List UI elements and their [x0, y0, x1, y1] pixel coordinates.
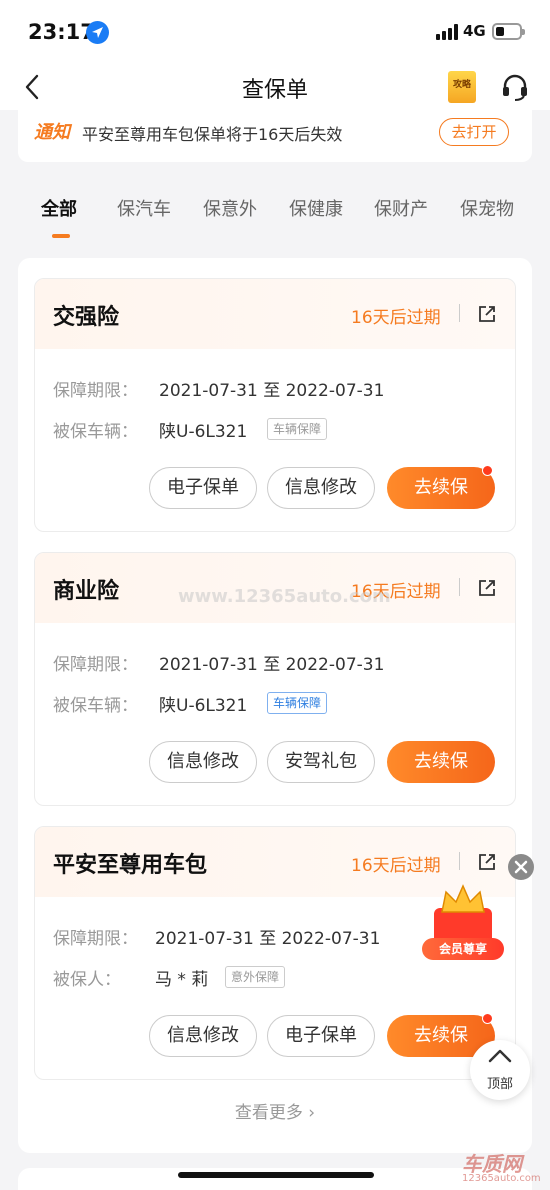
network-label: 4G — [463, 22, 486, 40]
coverage-badge: 意外保障 — [225, 966, 286, 988]
close-icon[interactable] — [508, 854, 534, 880]
customer-service-icon[interactable] — [500, 72, 530, 102]
notice-tag: 通知 — [34, 122, 70, 143]
tab-health[interactable]: 保健康 — [289, 195, 343, 221]
renew-button[interactable]: 去续保 — [387, 465, 495, 509]
coverage-badge: 车辆保障 — [267, 418, 328, 440]
policy-name: 商业险 — [53, 579, 120, 604]
location-icon — [86, 21, 109, 44]
coverage-badge: 车辆保障 — [267, 692, 328, 714]
home-indicator — [178, 1172, 374, 1178]
watermark-center: www.12365auto.com — [178, 586, 391, 607]
tab-pet[interactable]: 保宠物 — [460, 195, 514, 221]
view-more-link[interactable]: 查看更多 › — [18, 1098, 532, 1123]
period-label: 保障期限： — [53, 655, 138, 675]
battery-icon — [492, 23, 525, 40]
tab-accident[interactable]: 保意外 — [203, 195, 257, 221]
insured-value: 马 * 莉 — [155, 970, 209, 990]
policy-name: 交强险 — [53, 305, 120, 330]
tab-indicator — [52, 234, 70, 238]
insured-value: 陕U-6L321 — [159, 696, 248, 716]
renew-button[interactable]: 去续保 — [387, 741, 495, 783]
tab-property[interactable]: 保财产 — [374, 195, 428, 221]
period-value: 2021-07-31 至 2022-07-31 — [155, 929, 381, 949]
e-policy-button[interactable]: 电子保单 — [267, 1015, 375, 1057]
insured-label: 被保车辆： — [53, 422, 138, 442]
driving-gift-button[interactable]: 安驾礼包 — [267, 741, 375, 783]
divider — [459, 304, 460, 322]
category-tabs: 全部 保汽车 保意外 保健康 保财产 保宠物 — [0, 180, 550, 240]
period-label: 保障期限： — [53, 929, 138, 949]
edit-info-button[interactable]: 信息修改 — [149, 1015, 257, 1057]
chevron-up-icon — [488, 1049, 512, 1063]
signal-icon — [436, 24, 458, 40]
crown-icon — [441, 884, 485, 913]
back-to-top-button[interactable]: 顶部 — [470, 1040, 530, 1100]
status-bar: 23:17 4G — [0, 0, 550, 66]
period-label: 保障期限： — [53, 381, 138, 401]
policy-expiry: 16天后过期 — [351, 856, 441, 876]
divider — [459, 852, 460, 870]
external-link-icon[interactable] — [477, 304, 497, 324]
insured-label: 被保人： — [53, 970, 121, 990]
policy-list: 交强险 16天后过期 保障期限： 2021-07-31 至 2022-07-31… — [18, 258, 532, 1153]
period-value: 2021-07-31 至 2022-07-31 — [159, 381, 385, 401]
view-more-label: 查看更多 — [234, 1103, 303, 1123]
period-value: 2021-07-31 至 2022-07-31 — [159, 655, 385, 675]
red-dot-icon — [482, 1013, 493, 1024]
tab-all[interactable]: 全部 — [41, 195, 77, 221]
back-to-top-label: 顶部 — [486, 1077, 513, 1092]
vip-label: 会员尊享 — [422, 938, 504, 960]
e-policy-button[interactable]: 电子保单 — [149, 467, 257, 509]
policy-expiry: 16天后过期 — [351, 308, 441, 328]
policy-card[interactable]: 交强险 16天后过期 保障期限： 2021-07-31 至 2022-07-31… — [34, 278, 516, 532]
policy-name: 平安至尊用车包 — [53, 853, 208, 878]
nav-bar: 查保单 攻略 — [0, 66, 550, 110]
tab-car[interactable]: 保汽车 — [117, 195, 171, 221]
notice-open-button[interactable]: 去打开 — [439, 118, 509, 146]
notice-banner: 通知 平安至尊用车包保单将于16天后失效 去打开 — [18, 110, 532, 162]
edit-info-button[interactable]: 信息修改 — [267, 467, 375, 509]
status-time: 23:17 — [28, 20, 95, 44]
watermark-url: 12365auto.com — [462, 1173, 541, 1184]
renew-label: 去续保 — [414, 1025, 468, 1046]
red-dot-icon — [482, 465, 493, 476]
insured-label: 被保车辆： — [53, 696, 138, 716]
divider — [459, 578, 460, 596]
notice-message: 平安至尊用车包保单将于16天后失效 — [82, 125, 343, 144]
chevron-right-icon: › — [308, 1103, 316, 1123]
guide-icon[interactable]: 攻略 — [448, 71, 476, 103]
external-link-icon[interactable] — [477, 852, 497, 872]
external-link-icon[interactable] — [477, 578, 497, 598]
renew-label: 去续保 — [414, 477, 468, 498]
edit-info-button[interactable]: 信息修改 — [149, 741, 257, 783]
insured-value: 陕U-6L321 — [159, 422, 248, 442]
vip-promo-badge[interactable]: 会员尊享 — [420, 880, 506, 962]
